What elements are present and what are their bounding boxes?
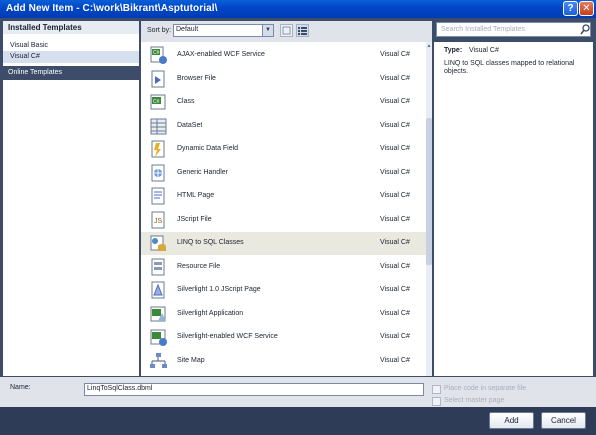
name-row: Name: LinqToSqlClass.dbml Place code in … [0,377,596,407]
template-row[interactable]: C# Class Visual C# [141,91,426,114]
template-row[interactable]: Silverlight Application Visual C# [141,303,426,326]
template-language: Visual C# [380,98,410,105]
silverlight-wcf-service-icon [150,329,167,346]
browser-file-icon [151,70,165,87]
sort-toolbar: Sort by: Default ▼ [141,21,432,42]
master-page-checkbox[interactable] [432,397,441,406]
template-row[interactable]: Silverlight-enabled WCF Service Visual C# [141,326,426,349]
title-bar[interactable]: Add New Item - C:\work\Bikrant\Asptutori… [0,0,596,18]
large-icons-icon [282,26,291,35]
template-description: LINQ to SQL classes mapped to relational… [444,60,575,75]
template-name: Silverlight 1.0 JScript Page [177,286,261,293]
class-icon: C# [150,94,166,110]
template-name: HTML Page [177,192,215,199]
large-icons-view-button[interactable] [280,24,293,37]
sort-by-select[interactable]: Default ▼ [173,24,274,37]
template-name: Browser File [177,74,216,82]
template-language: Visual C# [380,121,410,129]
template-language: Visual C# [380,286,410,293]
template-row[interactable]: Site Map Visual C# [141,350,426,373]
name-input[interactable]: LinqToSqlClass.dbml [84,383,424,396]
template-name: Dynamic Data Field [177,145,239,152]
template-list-scrollbar[interactable]: ▲ [426,42,432,376]
template-row[interactable]: Browser File Visual C# [141,68,426,91]
template-categories-panel: Installed Templates Visual Basic Visual … [3,21,139,376]
template-language: Visual C# [380,145,410,152]
type-value: Visual C# [469,47,499,54]
cancel-button[interactable]: Cancel [541,412,586,429]
template-details-panel: Type: Visual C# LINQ to SQL classes mapp… [434,42,593,376]
silverlight-application-icon [150,306,166,321]
silverlight-jscript-page-icon [151,281,165,299]
template-row[interactable]: Dynamic Data Field Visual C# [141,138,426,161]
template-name: JScript File [177,215,212,223]
scroll-up-icon[interactable]: ▲ [426,42,432,50]
template-name: Silverlight-enabled WCF Service [177,333,278,340]
master-page-label: Select master page [444,397,505,404]
scroll-thumb[interactable] [426,118,432,265]
template-language: Visual C# [380,215,410,223]
template-language: Visual C# [380,333,410,340]
search-icon[interactable] [580,24,590,35]
list-view-button[interactable] [296,24,309,37]
separate-file-checkbox[interactable] [432,385,441,394]
template-language: Visual C# [380,168,410,176]
name-label: Name: [10,384,31,391]
template-name: Site Map [177,356,205,364]
template-row[interactable]: JS JScript File Visual C# [141,209,426,232]
close-button[interactable]: ✕ [579,1,594,16]
svg-text:JS: JS [154,218,163,225]
svg-text:C#: C# [153,50,160,56]
generic-handler-icon [151,164,165,181]
template-list[interactable]: C# AJAX-enabled WCF Service Visual C# Brows… [141,42,432,376]
list-view-icon [298,27,307,35]
template-row[interactable]: HTML Page Visual C# [141,185,426,208]
template-row[interactable]: Resource File Visual C# [141,256,426,279]
jscript-file-icon: JS [151,211,165,228]
template-row[interactable]: C# AJAX-enabled WCF Service Visual C# [141,44,426,67]
dialog-button-bar: Add Cancel [0,407,596,435]
template-language: Visual C# [380,239,410,246]
search-installed-templates-input[interactable]: Search Installed Templates [436,22,591,37]
dataset-icon [150,118,167,134]
resource-file-icon [151,258,165,275]
template-name: Class [177,98,195,105]
template-name: Resource File [177,262,221,270]
add-button[interactable]: Add [489,412,534,429]
category-visual-csharp[interactable]: Visual C# [3,51,139,63]
template-name: AJAX-enabled WCF Service [177,51,265,58]
window-title: Add New Item - C:\work\Bikrant\Asptutori… [6,3,218,14]
template-name: DataSet [177,121,203,129]
sort-by-label: Sort by: [147,27,172,34]
template-language: Visual C# [380,262,410,270]
html-page-icon [151,187,165,205]
template-name: Silverlight Application [177,309,244,317]
template-language: Visual C# [380,309,410,317]
separate-file-label: Place code in separate file [444,385,527,392]
search-placeholder: Search Installed Templates [441,26,525,33]
template-language: Visual C# [380,74,410,82]
svg-text:C#: C# [153,99,160,105]
template-row[interactable]: Generic Handler Visual C# [141,162,426,185]
template-row[interactable]: LINQ to SQL Classes Visual C# [141,232,426,255]
linq-to-sql-icon [150,235,166,251]
add-new-item-dialog: Add New Item - C:\work\Bikrant\Asptutori… [0,0,596,435]
template-name: Generic Handler [177,168,228,176]
template-row[interactable]: Silverlight 1.0 JScript Page Visual C# [141,279,426,302]
wcf-service-icon: C# [150,46,167,64]
chevron-down-icon[interactable]: ▼ [262,25,273,36]
dynamic-data-field-icon [151,140,165,158]
sort-by-value: Default [176,26,199,33]
template-language: Visual C# [380,192,410,199]
type-label: Type: [444,47,463,54]
template-language: Visual C# [380,356,410,364]
online-templates-header[interactable]: Online Templates [3,66,139,80]
template-name: LINQ to SQL Classes [177,239,244,246]
template-row[interactable]: DataSet Visual C# [141,115,426,138]
help-button[interactable]: ? [563,1,578,16]
site-map-icon [150,352,167,368]
template-language: Visual C# [380,51,410,58]
installed-templates-header[interactable]: Installed Templates [3,21,139,34]
